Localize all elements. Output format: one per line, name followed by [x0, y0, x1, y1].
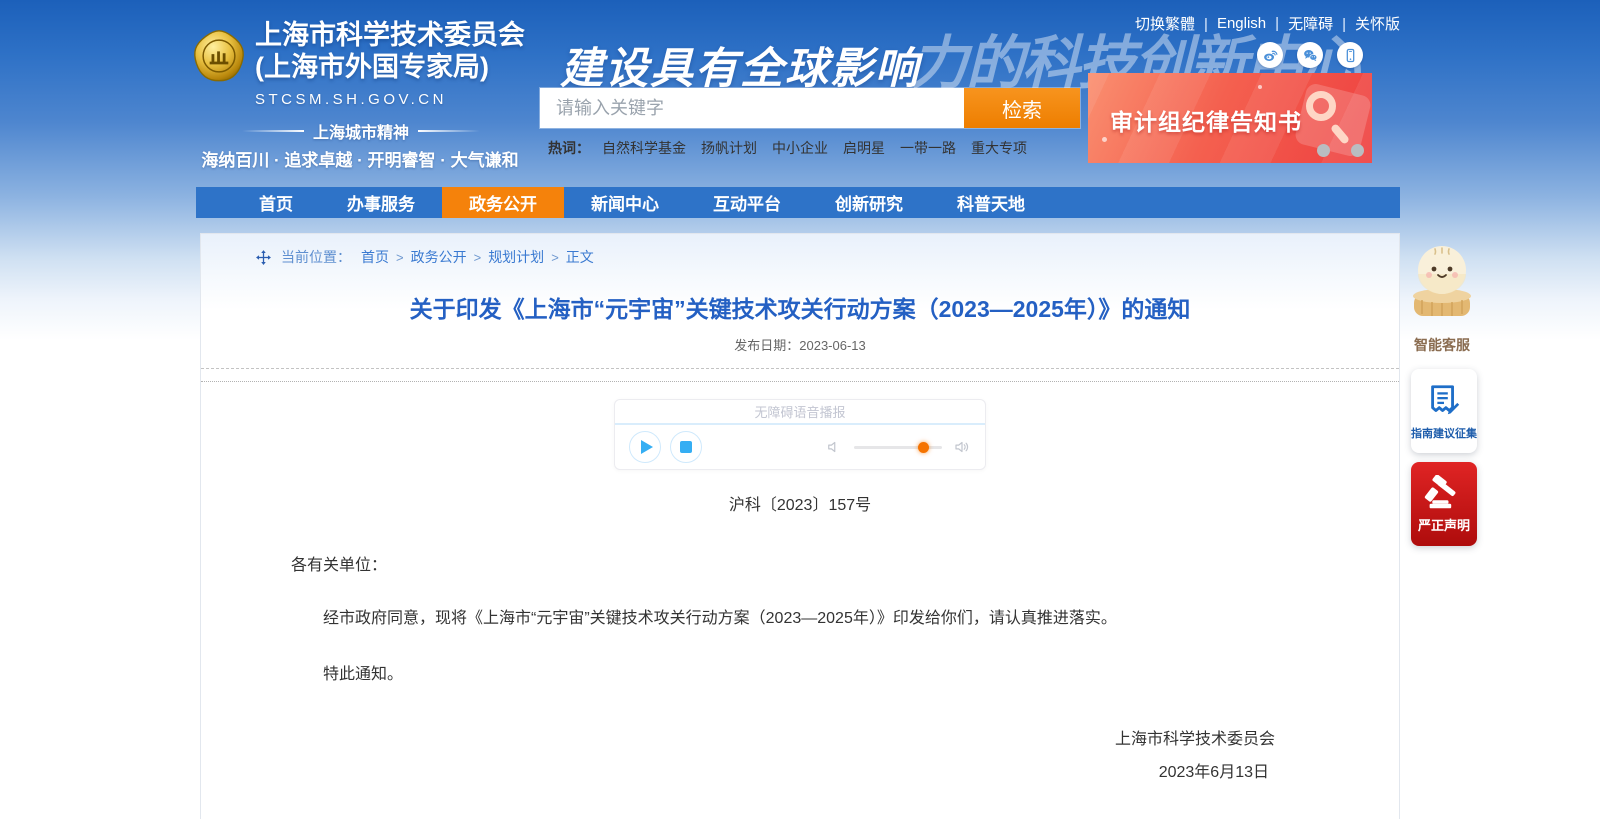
- search-button[interactable]: 检索: [964, 88, 1080, 128]
- guide-suggestion-widget[interactable]: 指南建议征集: [1411, 369, 1477, 453]
- stop-icon: [680, 441, 692, 453]
- signature-organization: 上海市科学技术委员会: [201, 725, 1275, 749]
- link-accessibility[interactable]: 无障碍: [1288, 16, 1333, 33]
- customer-service-label: 智能客服: [1408, 335, 1476, 355]
- nav-item-interaction[interactable]: 互动平台: [686, 187, 808, 218]
- mobile-icon[interactable]: [1337, 42, 1363, 68]
- hot-words-label: 热词：: [548, 138, 590, 158]
- magnifier-icon: [1306, 91, 1336, 121]
- hot-word-link[interactable]: 中小企业: [772, 138, 828, 158]
- nav-item-services[interactable]: 办事服务: [320, 187, 442, 218]
- volume-loud-icon[interactable]: [953, 438, 971, 456]
- article-container: 当前位置： 首页 政务公开 规划计划 正文 关于印发《上海市“元宇宙”关键技术攻…: [200, 233, 1400, 819]
- document-pen-icon: [1425, 382, 1463, 420]
- gavel-icon: [1424, 475, 1464, 511]
- volume-thumb[interactable]: [918, 442, 929, 453]
- nav-item-innovation[interactable]: 创新研究: [808, 187, 930, 218]
- banner-dot: [1102, 137, 1107, 142]
- slogan-part1: 建设具有全球影响: [560, 46, 920, 93]
- breadcrumb-current[interactable]: 正文: [566, 249, 594, 265]
- separator-dashed: [201, 368, 1399, 369]
- separator-dotted: [201, 381, 1399, 382]
- hot-word-link[interactable]: 重大专项: [971, 138, 1027, 158]
- signature-date: 2023年6月13日: [201, 758, 1269, 782]
- volume-slider[interactable]: [854, 446, 942, 449]
- banner-title: 审计组纪律告知书: [1110, 103, 1302, 137]
- social-icons: [1257, 42, 1363, 68]
- nav-item-science[interactable]: 科普天地: [930, 187, 1052, 218]
- document-number: 沪科〔2023〕157号: [201, 491, 1399, 515]
- publish-date: 发布日期：2023-06-13: [201, 335, 1399, 354]
- hot-words-row: 热词： 自然科学基金 扬帆计划 中小企业 启明星 一带一路 重大专项: [548, 138, 1042, 158]
- audit-notice-banner[interactable]: 审计组纪律告知书: [1088, 73, 1372, 163]
- utility-links: 切换繁體 English 无障碍 关怀版: [1135, 13, 1400, 34]
- city-spirit-motto: 海纳百川 · 追求卓越 · 开明睿智 · 大气谦和: [192, 146, 528, 171]
- site-header: 上海市科学技术委员会 (上海市外国专家局) STCSM.SH.GOV.CN 上海…: [0, 0, 1600, 187]
- hot-word-link[interactable]: 启明星: [843, 138, 885, 158]
- play-icon: [641, 440, 653, 454]
- breadcrumb-home[interactable]: 首页: [361, 249, 389, 265]
- nav-item-home[interactable]: 首页: [232, 187, 320, 218]
- floating-sidebar: 智能客服 指南建议征集 严正声明: [1408, 240, 1480, 546]
- audio-reader-widget: 无障碍语音播报: [614, 399, 986, 470]
- hot-word-link[interactable]: 一带一路: [900, 138, 956, 158]
- site-title-line2: (上海市外国专家局): [255, 52, 525, 84]
- audio-reader-controls: [615, 425, 985, 469]
- divider: [242, 130, 304, 132]
- breadcrumb-gov-disclosure[interactable]: 政务公开: [411, 249, 467, 265]
- wechat-icon[interactable]: [1297, 42, 1323, 68]
- breadcrumb-planning[interactable]: 规划计划: [488, 249, 544, 265]
- hot-word-link[interactable]: 扬帆计划: [701, 138, 757, 158]
- volume-mute-icon[interactable]: [825, 438, 843, 456]
- site-logo-block[interactable]: 上海市科学技术委员会 (上海市外国专家局) STCSM.SH.GOV.CN: [191, 20, 525, 108]
- link-english[interactable]: English: [1217, 15, 1266, 32]
- banner-dot: [1351, 144, 1364, 157]
- gov-logo-icon: [191, 28, 247, 84]
- search-input[interactable]: [540, 88, 964, 128]
- divider: [418, 130, 480, 132]
- guide-suggestion-label: 指南建议征集: [1411, 425, 1477, 441]
- search-bar: 检索: [540, 88, 1080, 128]
- site-title-line1: 上海市科学技术委员会: [255, 20, 525, 52]
- smart-customer-service-widget[interactable]: 智能客服: [1408, 240, 1476, 355]
- link-traditional-chinese[interactable]: 切换繁體: [1135, 16, 1195, 33]
- city-spirit-label: 上海城市精神: [313, 119, 409, 143]
- banner-dot: [1258, 85, 1262, 89]
- main-navigation: 首页 办事服务 政务公开 新闻中心 互动平台 创新研究 科普天地: [196, 187, 1400, 218]
- salutation: 各有关单位：: [291, 551, 1399, 575]
- body-paragraph: 经市政府同意，现将《上海市“元宇宙”关键技术攻关行动方案（2023—2025年）…: [291, 607, 1311, 631]
- breadcrumb: 当前位置： 首页 政务公开 规划计划 正文: [255, 247, 1399, 267]
- city-spirit-heading: 上海城市精神: [196, 119, 526, 143]
- site-url: STCSM.SH.GOV.CN: [255, 91, 525, 108]
- solemn-statement-widget[interactable]: 严正声明: [1411, 462, 1477, 546]
- nav-item-news[interactable]: 新闻中心: [564, 187, 686, 218]
- weibo-icon[interactable]: [1257, 42, 1283, 68]
- breadcrumb-label: 当前位置：: [281, 247, 351, 267]
- banner-dot: [1317, 144, 1330, 157]
- stop-button[interactable]: [670, 431, 702, 463]
- closing-line: 特此通知。: [291, 663, 1311, 687]
- nav-item-gov-disclosure[interactable]: 政务公开: [442, 187, 564, 218]
- move-arrows-icon: [255, 249, 272, 266]
- solemn-statement-label: 严正声明: [1418, 515, 1470, 534]
- baozi-mascot-icon: [1409, 240, 1475, 326]
- article-title: 关于印发《上海市“元宇宙”关键技术攻关行动方案（2023—2025年）》的通知: [201, 290, 1399, 324]
- play-button[interactable]: [629, 431, 661, 463]
- audio-reader-title: 无障碍语音播报: [615, 400, 985, 425]
- hot-word-link[interactable]: 自然科学基金: [602, 138, 686, 158]
- link-elder-mode[interactable]: 关怀版: [1355, 16, 1400, 33]
